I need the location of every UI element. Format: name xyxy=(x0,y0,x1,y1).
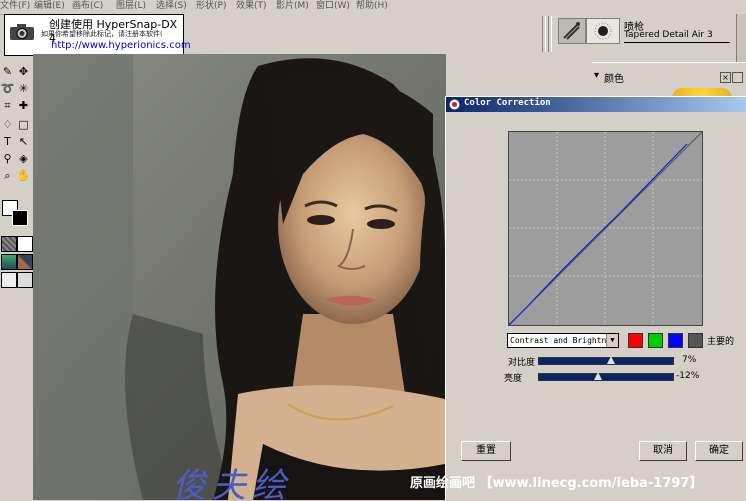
text-icon[interactable]: T xyxy=(0,134,15,149)
look-selector-icon[interactable] xyxy=(17,272,33,288)
color-palette-title: 颜色 xyxy=(604,70,624,85)
cancel-button[interactable]: 取消 xyxy=(639,441,687,461)
magnifier-icon[interactable]: ⌕ xyxy=(0,168,15,183)
toolbox: ✎ ✥ ➰ ✳ ⌗ ✚ ♢ □ T ↖ ⚲ ◈ ⌕ ✋ xyxy=(0,60,33,500)
master-channel-label: 主要的 xyxy=(707,337,735,347)
crop-icon[interactable]: ⌗ xyxy=(0,98,15,113)
canvas[interactable]: 俊夫绘 xyxy=(33,54,446,500)
curve-graph[interactable] xyxy=(508,131,703,326)
maximize-icon[interactable] xyxy=(732,72,743,83)
brush-tool-icon[interactable]: ✎ xyxy=(0,64,15,79)
banner-url[interactable]: http://www.hyperionics.com xyxy=(51,40,191,51)
brightness-slider-thumb[interactable] xyxy=(593,372,602,380)
pen-icon[interactable]: ♢ xyxy=(0,117,15,132)
menu-edit[interactable]: 编辑(E) xyxy=(34,0,65,12)
rectangle-icon[interactable]: □ xyxy=(16,117,31,132)
paper-selector-icon[interactable] xyxy=(1,236,17,252)
airbrush-icon xyxy=(563,22,580,40)
nozzle-selector-icon[interactable] xyxy=(1,272,17,288)
correction-mode-select[interactable]: Contrast and Brightne ▼ xyxy=(507,333,619,348)
reset-button[interactable]: 重置 xyxy=(461,441,511,461)
dropper-icon[interactable]: ⚲ xyxy=(0,151,15,166)
menu-shapes[interactable]: 形状(P) xyxy=(196,0,226,12)
brush-variant-label[interactable]: Tapered Detail Air 3 xyxy=(624,30,730,43)
menu-window[interactable]: 窗口(W) xyxy=(316,0,350,12)
hand-icon[interactable]: ✋ xyxy=(16,168,31,183)
hypersnap-banner: 创建使用 HyperSnap-DX 4 如果你希望移除此标记，请注册本软件( h… xyxy=(4,14,191,56)
chevron-down-icon[interactable]: ▼ xyxy=(606,334,618,347)
paint-bucket-icon[interactable]: ◈ xyxy=(16,151,31,166)
menu-effects[interactable]: 效果(T) xyxy=(236,0,267,12)
primary-color-swatch[interactable] xyxy=(12,210,28,226)
correction-mode-value: Contrast and Brightne xyxy=(510,336,612,345)
contrast-slider-thumb[interactable] xyxy=(607,356,616,364)
toolbar-separator xyxy=(548,16,552,52)
menu-layers[interactable]: 图层(L) xyxy=(116,0,146,12)
brush-variant-dropdown[interactable] xyxy=(586,18,620,44)
color-correction-dialog: Color Correction Contrast and Brightne ▼… xyxy=(445,96,746,501)
master-channel-button[interactable] xyxy=(688,333,703,348)
dialog-title: Color Correction xyxy=(464,98,551,108)
brightness-label: 亮度 xyxy=(504,374,523,384)
color-palette-toggle-icon[interactable]: ▾ xyxy=(594,70,599,81)
brightness-value: -12% xyxy=(676,371,700,381)
camera-icon xyxy=(10,24,34,40)
watermark: 原画绘画吧 【www.linecg.com/ieba-1797】 xyxy=(410,476,703,491)
brush-dab-icon xyxy=(594,22,612,40)
gradient-selector-icon[interactable] xyxy=(17,236,33,252)
dialog-title-bar: Color Correction xyxy=(446,97,746,112)
menu-bar: 文件(F) 编辑(E) 画布(C) 图层(L) 选择(S) 形状(P) 效果(T… xyxy=(0,0,746,15)
toolbar-separator xyxy=(542,16,546,52)
menu-canvas[interactable]: 画布(C) xyxy=(72,0,103,12)
lasso-icon[interactable]: ➰ xyxy=(0,81,15,96)
portrait-artwork xyxy=(33,54,446,500)
weave-selector-icon[interactable] xyxy=(17,254,33,270)
brush-category-button[interactable] xyxy=(558,18,586,44)
banner-notice: 如果你希望移除此标记，请注册本软件( xyxy=(41,30,163,38)
close-icon[interactable]: × xyxy=(720,72,731,83)
tone-curve xyxy=(508,131,703,326)
artist-signature: 俊夫绘 xyxy=(172,466,292,500)
grabber-icon[interactable]: ✚ xyxy=(16,98,31,113)
menu-movie[interactable]: 影片(M) xyxy=(276,0,309,12)
contrast-label: 对比度 xyxy=(508,358,536,368)
ok-button[interactable]: 确定 xyxy=(695,441,743,461)
dialog-app-icon xyxy=(449,99,460,110)
brightness-slider[interactable] xyxy=(538,372,674,381)
menu-help[interactable]: 帮助(H) xyxy=(356,0,388,12)
green-channel-button[interactable] xyxy=(648,333,663,348)
contrast-slider[interactable] xyxy=(538,356,674,365)
magic-wand-icon[interactable]: ✳ xyxy=(16,81,31,96)
menu-file[interactable]: 文件(F) xyxy=(0,0,30,12)
blue-channel-button[interactable] xyxy=(668,333,683,348)
red-channel-button[interactable] xyxy=(628,333,643,348)
pattern-selector-icon[interactable] xyxy=(1,254,17,270)
layer-adjuster-icon[interactable]: ✥ xyxy=(16,64,31,79)
contrast-value: 7% xyxy=(682,355,697,365)
toolbar-scrollbar[interactable] xyxy=(736,14,746,64)
selector-icon[interactable]: ↖ xyxy=(16,134,31,149)
menu-select[interactable]: 选择(S) xyxy=(156,0,187,12)
